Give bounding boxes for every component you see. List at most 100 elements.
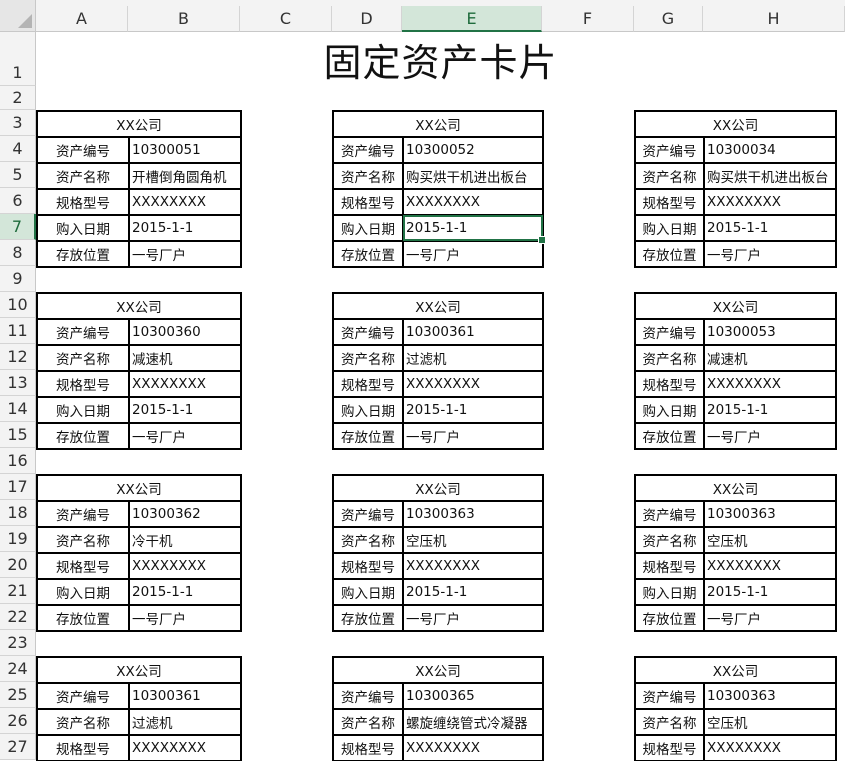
card-company-cell[interactable]: XX公司 [36,110,242,138]
card-field-value[interactable]: 10300362 [128,500,242,528]
card-field-label[interactable]: 购入日期 [634,214,705,242]
column-header-f[interactable]: F [542,6,634,32]
row-header-18[interactable]: 18 [0,500,36,526]
card-field-label[interactable]: 资产名称 [634,708,705,736]
card-field-value[interactable]: XXXXXXXX [402,188,544,216]
card-field-value[interactable]: 2015-1-1 [402,214,544,242]
card-field-label[interactable]: 规格型号 [634,370,705,398]
card-field-value[interactable]: 2015-1-1 [128,578,242,606]
row-header-4[interactable]: 4 [0,136,36,162]
card-field-label[interactable]: 资产名称 [332,162,404,190]
card-field-value[interactable]: 一号厂户 [402,422,544,450]
card-field-label[interactable]: 存放位置 [36,604,130,632]
card-field-label[interactable]: 资产名称 [332,708,404,736]
card-field-value[interactable]: 10300361 [128,682,242,710]
card-company-cell[interactable]: XX公司 [36,292,242,320]
card-field-label[interactable]: 规格型号 [36,188,130,216]
card-field-label[interactable]: 资产名称 [36,162,130,190]
card-field-value[interactable]: XXXXXXXX [703,552,837,580]
card-field-value[interactable]: 减速机 [128,344,242,372]
row-header-12[interactable]: 12 [0,344,36,370]
select-all-corner[interactable] [0,0,36,32]
row-header-14[interactable]: 14 [0,396,36,422]
row-header-2[interactable]: 2 [0,86,36,110]
card-field-label[interactable]: 资产编号 [634,682,705,710]
card-field-value[interactable]: 2015-1-1 [703,214,837,242]
card-field-value[interactable]: 螺旋缠绕管式冷凝器 [402,708,544,736]
card-company-cell[interactable]: XX公司 [634,474,837,502]
card-field-label[interactable]: 资产编号 [36,500,130,528]
card-field-value[interactable]: 空压机 [402,526,544,554]
row-header-22[interactable]: 22 [0,604,36,630]
card-field-label[interactable]: 资产编号 [36,136,130,164]
card-company-cell[interactable]: XX公司 [332,110,544,138]
card-field-value[interactable]: XXXXXXXX [402,370,544,398]
row-header-3[interactable]: 3 [0,110,36,136]
card-field-label[interactable]: 购入日期 [36,396,130,424]
card-field-value[interactable]: 10300363 [402,500,544,528]
card-field-value[interactable]: 10300052 [402,136,544,164]
card-field-value[interactable]: 空压机 [703,526,837,554]
row-header-11[interactable]: 11 [0,318,36,344]
card-field-label[interactable]: 资产编号 [634,500,705,528]
sheet-title[interactable]: 固定资产卡片 [36,32,845,86]
card-field-value[interactable]: 10300363 [703,682,837,710]
card-field-value[interactable]: XXXXXXXX [402,552,544,580]
card-field-value[interactable]: 2015-1-1 [703,578,837,606]
column-header-b[interactable]: B [128,6,240,32]
card-field-value[interactable]: 一号厂户 [128,240,242,268]
card-field-value[interactable]: 冷干机 [128,526,242,554]
card-field-value[interactable]: XXXXXXXX [128,734,242,761]
card-field-value[interactable]: XXXXXXXX [703,188,837,216]
card-field-label[interactable]: 存放位置 [36,240,130,268]
row-header-21[interactable]: 21 [0,578,36,604]
card-field-label[interactable]: 存放位置 [332,422,404,450]
card-field-label[interactable]: 购入日期 [634,396,705,424]
card-company-cell[interactable]: XX公司 [634,292,837,320]
row-header-5[interactable]: 5 [0,162,36,188]
card-company-cell[interactable]: XX公司 [634,110,837,138]
card-field-value[interactable]: 一号厂户 [703,240,837,268]
card-field-label[interactable]: 资产编号 [332,318,404,346]
card-field-label[interactable]: 规格型号 [634,188,705,216]
card-field-value[interactable]: 空压机 [703,708,837,736]
card-field-label[interactable]: 存放位置 [634,604,705,632]
row-header-23[interactable]: 23 [0,630,36,656]
card-company-cell[interactable]: XX公司 [634,656,837,684]
card-field-label[interactable]: 规格型号 [332,734,404,761]
row-header-26[interactable]: 26 [0,708,36,734]
card-field-value[interactable]: 10300365 [402,682,544,710]
row-header-24[interactable]: 24 [0,656,36,682]
card-field-label[interactable]: 资产名称 [36,708,130,736]
card-field-value[interactable]: 2015-1-1 [128,214,242,242]
card-field-label[interactable]: 规格型号 [332,188,404,216]
card-field-value[interactable]: 10300051 [128,136,242,164]
card-field-label[interactable]: 资产名称 [36,344,130,372]
card-field-value[interactable]: 2015-1-1 [703,396,837,424]
card-field-value[interactable]: 过滤机 [128,708,242,736]
card-field-value[interactable]: 购买烘干机进出板台 [703,162,837,190]
row-header-1[interactable]: 1 [0,32,36,86]
card-field-value[interactable]: XXXXXXXX [128,370,242,398]
column-header-h[interactable]: H [703,6,845,32]
card-field-label[interactable]: 购入日期 [36,578,130,606]
card-field-label[interactable]: 规格型号 [332,552,404,580]
card-field-value[interactable]: XXXXXXXX [402,734,544,761]
card-field-label[interactable]: 规格型号 [634,552,705,580]
card-field-value[interactable]: 10300034 [703,136,837,164]
card-field-value[interactable]: 购买烘干机进出板台 [402,162,544,190]
card-company-cell[interactable]: XX公司 [332,656,544,684]
card-field-value[interactable]: 一号厂户 [402,604,544,632]
card-field-label[interactable]: 资产名称 [634,162,705,190]
card-field-label[interactable]: 资产编号 [332,136,404,164]
card-company-cell[interactable]: XX公司 [36,656,242,684]
card-field-label[interactable]: 存放位置 [332,604,404,632]
row-header-10[interactable]: 10 [0,292,36,318]
card-field-value[interactable]: 一号厂户 [703,604,837,632]
row-header-25[interactable]: 25 [0,682,36,708]
row-header-27[interactable]: 27 [0,734,36,760]
card-field-label[interactable]: 资产编号 [634,318,705,346]
card-field-label[interactable]: 规格型号 [36,552,130,580]
card-field-label[interactable]: 规格型号 [332,370,404,398]
card-field-value[interactable]: XXXXXXXX [128,188,242,216]
